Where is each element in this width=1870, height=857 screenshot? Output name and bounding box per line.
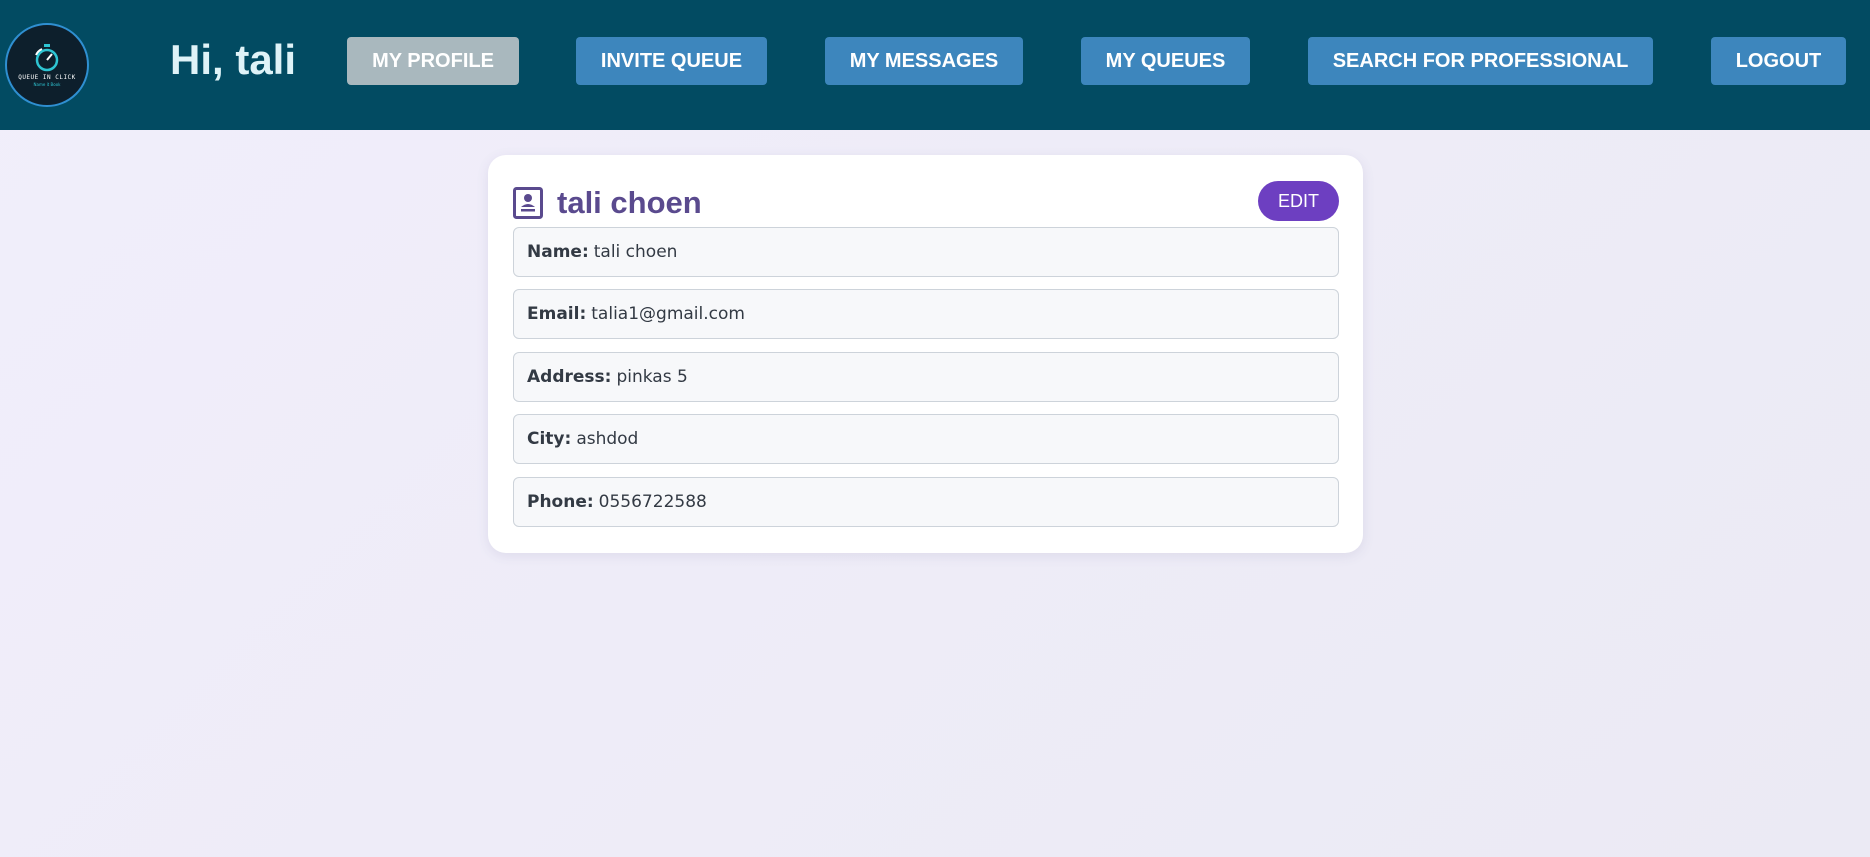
- logo-subtext: Name it Book: [33, 82, 61, 87]
- profile-field-name: Name: tali choen: [513, 227, 1339, 277]
- profile-field-city: City: ashdod: [513, 414, 1339, 464]
- contact-card-icon: [513, 187, 543, 219]
- field-label: Email:: [527, 304, 587, 324]
- nav-my-profile-button[interactable]: MY PROFILE: [347, 37, 519, 85]
- field-value: pinkas 5: [616, 367, 688, 387]
- field-label: Address:: [527, 367, 612, 387]
- stopwatch-icon: [35, 44, 59, 72]
- field-value: tali choen: [593, 242, 678, 262]
- nav-my-messages-button[interactable]: MY MESSAGES: [825, 37, 1023, 85]
- nav-my-queues-button[interactable]: MY QUEUES: [1081, 37, 1250, 85]
- edit-profile-button[interactable]: EDIT: [1258, 181, 1339, 221]
- field-label: Name:: [527, 242, 589, 262]
- field-value: ashdod: [576, 429, 639, 449]
- app-logo[interactable]: QUEUE IN CLICK Name it Book: [5, 23, 89, 107]
- top-navigation-bar: QUEUE IN CLICK Name it Book Hi, tali MY …: [0, 0, 1870, 130]
- profile-field-email: Email: talia1@gmail.com: [513, 289, 1339, 339]
- profile-name-heading: tali choen: [557, 185, 702, 220]
- profile-card: tali choen EDIT Name: tali choen Email: …: [488, 155, 1363, 553]
- field-label: Phone:: [527, 492, 594, 512]
- nav-search-professional-button[interactable]: SEARCH FOR PROFESSIONAL: [1308, 37, 1653, 85]
- profile-title: tali choen: [513, 183, 702, 223]
- profile-field-phone: Phone: 0556722588: [513, 477, 1339, 527]
- logo-text: QUEUE IN CLICK: [18, 74, 76, 81]
- nav-invite-queue-button[interactable]: INVITE QUEUE: [576, 37, 767, 85]
- nav-logout-button[interactable]: LOGOUT: [1711, 37, 1846, 85]
- field-value: talia1@gmail.com: [591, 304, 745, 324]
- greeting-heading: Hi, tali: [170, 36, 297, 83]
- profile-field-address: Address: pinkas 5: [513, 352, 1339, 402]
- field-value: 0556722588: [598, 492, 707, 512]
- field-label: City:: [527, 429, 572, 449]
